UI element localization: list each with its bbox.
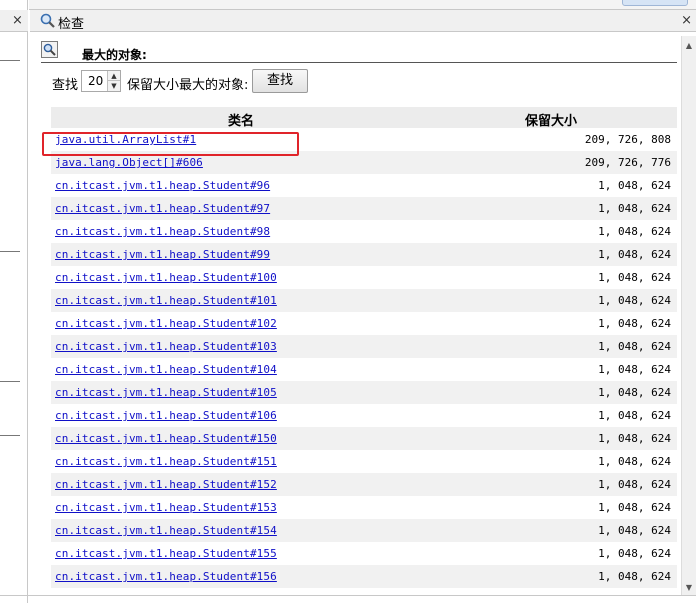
table-row[interactable]: cn.itcast.jvm.t1.heap.Student#104 1, 048,… [51, 358, 677, 381]
column-header-class-name[interactable]: 类名 [51, 110, 431, 129]
object-link[interactable]: cn.itcast.jvm.t1.heap.Student#99 [55, 248, 270, 261]
table-row[interactable]: cn.itcast.jvm.t1.heap.Student#102 1, 048,… [51, 312, 677, 335]
left-panel-close-icon[interactable]: × [12, 13, 23, 28]
panel-header: 检查 × [30, 10, 696, 32]
divider [0, 251, 20, 252]
table-row[interactable]: cn.itcast.jvm.t1.heap.Student#97 1, 048, … [51, 197, 677, 220]
retained-size-value: 1, 048, 624 [598, 317, 671, 330]
panel-title: 检查 [58, 17, 85, 32]
table-row[interactable]: cn.itcast.jvm.t1.heap.Student#150 1, 048,… [51, 427, 677, 450]
divider [0, 60, 20, 61]
object-link[interactable]: cn.itcast.jvm.t1.heap.Student#151 [55, 455, 277, 468]
object-link[interactable]: cn.itcast.jvm.t1.heap.Student#96 [55, 179, 270, 192]
section-title: 最大的对象: [82, 48, 147, 62]
table-row[interactable]: cn.itcast.jvm.t1.heap.Student#154 1, 048,… [51, 519, 677, 542]
divider [0, 435, 20, 436]
retained-size-value: 1, 048, 624 [598, 363, 671, 376]
table-row[interactable]: cn.itcast.jvm.t1.heap.Student#105 1, 048,… [51, 381, 677, 404]
object-link[interactable]: cn.itcast.jvm.t1.heap.Student#100 [55, 271, 277, 284]
table-row[interactable]: cn.itcast.jvm.t1.heap.Student#99 1, 048, … [51, 243, 677, 266]
retained-size-value: 1, 048, 624 [598, 547, 671, 560]
table-row[interactable]: cn.itcast.jvm.t1.heap.Student#151 1, 048,… [51, 450, 677, 473]
retained-size-value: 1, 048, 624 [598, 570, 671, 583]
retained-size-value: 1, 048, 624 [598, 386, 671, 399]
retained-size-value: 1, 048, 624 [598, 248, 671, 261]
table-row[interactable]: cn.itcast.jvm.t1.heap.Student#101 1, 048,… [51, 289, 677, 312]
object-link[interactable]: cn.itcast.jvm.t1.heap.Student#104 [55, 363, 277, 376]
object-count-spinner[interactable]: 20 ▲ ▼ [81, 70, 121, 92]
spinner-up-icon[interactable]: ▲ [108, 71, 120, 81]
toolbar-button[interactable] [622, 0, 688, 6]
table-row[interactable]: cn.itcast.jvm.t1.heap.Student#106 1, 048,… [51, 404, 677, 427]
table-row[interactable]: cn.itcast.jvm.t1.heap.Student#103 1, 048,… [51, 335, 677, 358]
table-header: 类名 保留大小 [51, 107, 677, 129]
object-link[interactable]: java.lang.Object[]#606 [55, 156, 203, 169]
retained-size-label: 保留大小最大的对象: [127, 78, 249, 93]
scroll-up-icon[interactable]: ▲ [682, 38, 696, 54]
magnifier-icon [40, 13, 55, 28]
object-link[interactable]: cn.itcast.jvm.t1.heap.Student#154 [55, 524, 277, 537]
largest-objects-table: 类名 保留大小 java.util.ArrayList#1 209, 726, 8… [51, 107, 677, 588]
object-link[interactable]: cn.itcast.jvm.t1.heap.Student#155 [55, 547, 277, 560]
retained-size-value: 1, 048, 624 [598, 409, 671, 422]
retained-size-value: 1, 048, 624 [598, 501, 671, 514]
table-row[interactable]: cn.itcast.jvm.t1.heap.Student#153 1, 048,… [51, 496, 677, 519]
retained-size-value: 1, 048, 624 [598, 478, 671, 491]
retained-size-value: 1, 048, 624 [598, 271, 671, 284]
retained-size-value: 1, 048, 624 [598, 179, 671, 192]
retained-size-value: 1, 048, 624 [598, 294, 671, 307]
table-row[interactable]: cn.itcast.jvm.t1.heap.Student#155 1, 048,… [51, 542, 677, 565]
object-link[interactable]: cn.itcast.jvm.t1.heap.Student#102 [55, 317, 277, 330]
object-link[interactable]: cn.itcast.jvm.t1.heap.Student#156 [55, 570, 277, 583]
find-button[interactable]: 查找 [252, 69, 308, 93]
object-link[interactable]: cn.itcast.jvm.t1.heap.Student#152 [55, 478, 277, 491]
top-toolbar-strip [29, 0, 696, 10]
retained-size-value: 1, 048, 624 [598, 455, 671, 468]
object-link[interactable]: cn.itcast.jvm.t1.heap.Student#101 [55, 294, 277, 307]
object-link[interactable]: cn.itcast.jvm.t1.heap.Student#97 [55, 202, 270, 215]
vertical-scrollbar[interactable]: ▲ ▼ [681, 36, 696, 596]
retained-size-value: 1, 048, 624 [598, 202, 671, 215]
bottom-border [0, 595, 696, 596]
divider [0, 381, 20, 382]
retained-size-value: 209, 726, 776 [584, 156, 671, 169]
object-link[interactable]: cn.itcast.jvm.t1.heap.Student#106 [55, 409, 277, 422]
object-link[interactable]: cn.itcast.jvm.t1.heap.Student#105 [55, 386, 277, 399]
table-row[interactable]: cn.itcast.jvm.t1.heap.Student#98 1, 048, … [51, 220, 677, 243]
retained-size-value: 1, 048, 624 [598, 524, 671, 537]
left-panel: × [0, 0, 28, 603]
table-row[interactable]: cn.itcast.jvm.t1.heap.Student#152 1, 048,… [51, 473, 677, 496]
highlight-box [42, 132, 299, 156]
object-link[interactable]: cn.itcast.jvm.t1.heap.Student#98 [55, 225, 270, 238]
table-row[interactable]: cn.itcast.jvm.t1.heap.Student#100 1, 048,… [51, 266, 677, 289]
table-row[interactable]: cn.itcast.jvm.t1.heap.Student#96 1, 048, … [51, 174, 677, 197]
object-link[interactable]: cn.itcast.jvm.t1.heap.Student#103 [55, 340, 277, 353]
object-link[interactable]: cn.itcast.jvm.t1.heap.Student#150 [55, 432, 277, 445]
retained-size-value: 209, 726, 808 [584, 133, 671, 146]
panel-close-icon[interactable]: × [681, 13, 692, 28]
table-row[interactable]: cn.itcast.jvm.t1.heap.Student#156 1, 048,… [51, 565, 677, 588]
object-link[interactable]: cn.itcast.jvm.t1.heap.Student#153 [55, 501, 277, 514]
spinner-down-icon[interactable]: ▼ [108, 81, 120, 91]
scroll-down-icon[interactable]: ▼ [682, 580, 696, 596]
search-label: 查找 [52, 78, 79, 93]
retained-size-value: 1, 048, 624 [598, 340, 671, 353]
retained-size-value: 1, 048, 624 [598, 432, 671, 445]
section-divider [41, 62, 677, 63]
column-header-retained-size[interactable]: 保留大小 [471, 110, 631, 129]
object-count-value[interactable]: 20 [88, 74, 103, 88]
retained-size-value: 1, 048, 624 [598, 225, 671, 238]
inspect-section-icon [41, 41, 58, 58]
table-body: java.util.ArrayList#1 209, 726, 808 java.l… [51, 128, 677, 588]
inspect-panel: 检查 × 最大的对象: 查找 20 ▲ ▼ 保留大小最大的对象: 查找 类名 保… [30, 10, 696, 603]
spinner-buttons[interactable]: ▲ ▼ [107, 71, 120, 91]
